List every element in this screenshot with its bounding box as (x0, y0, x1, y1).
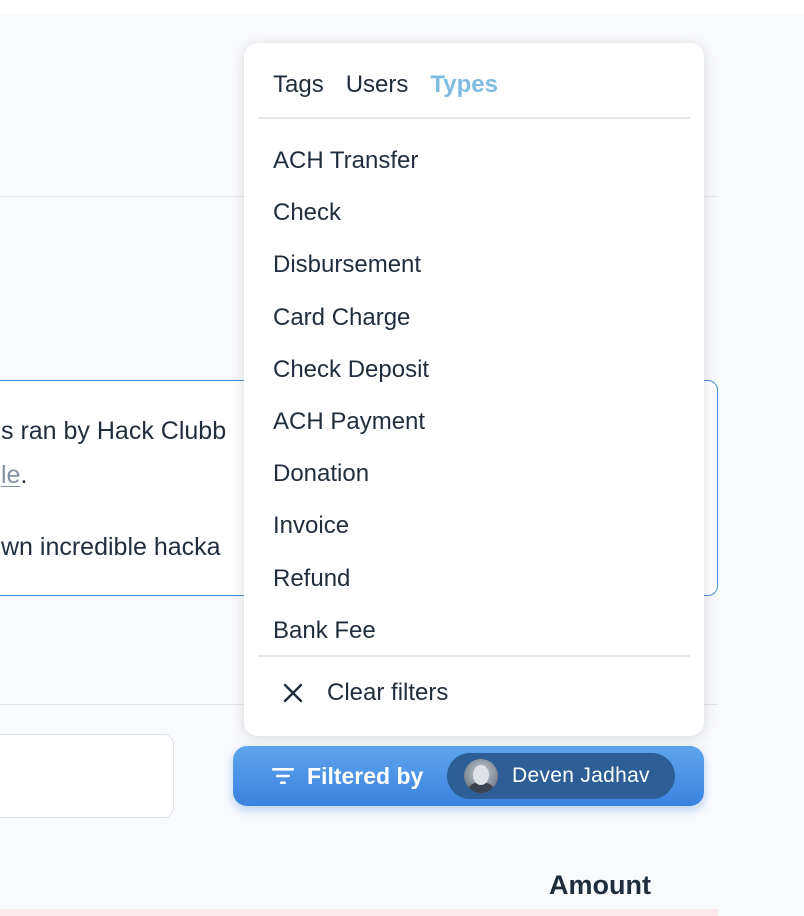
clear-filters-button[interactable]: Clear filters (282, 679, 448, 707)
tab-tags[interactable]: Tags (273, 71, 324, 99)
type-option-donation[interactable]: Donation (273, 448, 429, 500)
amount-column-header: Amount (549, 870, 651, 900)
type-option-check[interactable]: Check (273, 187, 429, 239)
notice-text: s ran by Hack Clubb (1, 417, 227, 445)
type-option-card-charge[interactable]: Card Charge (273, 292, 429, 344)
type-option-check-deposit[interactable]: Check Deposit (273, 344, 429, 396)
top-strip (0, 0, 804, 13)
type-option-disbursement[interactable]: Disbursement (273, 239, 429, 291)
type-option-invoice[interactable]: Invoice (273, 500, 429, 552)
close-icon (283, 683, 303, 703)
filter-icon (272, 768, 294, 784)
tab-types[interactable]: Types (430, 71, 498, 99)
avatar (464, 759, 498, 793)
tab-users[interactable]: Users (346, 71, 409, 99)
filter-button[interactable]: Filtered by Deven Jadhav (233, 746, 704, 806)
filter-dropdown: Tags Users Types ACH Transfer Check Disb… (244, 43, 704, 736)
type-list: ACH Transfer Check Disbursement Card Cha… (273, 135, 429, 657)
notice-link[interactable]: le (1, 461, 20, 489)
divider (258, 655, 690, 657)
notice-period: . (20, 461, 28, 489)
filter-button-label: Filtered by (307, 762, 424, 789)
search-input[interactable] (0, 734, 174, 818)
type-option-ach-payment[interactable]: ACH Payment (273, 396, 429, 448)
divider (258, 117, 690, 119)
type-option-refund[interactable]: Refund (273, 553, 429, 605)
filter-tabs: Tags Users Types (273, 71, 498, 99)
page: s ran by Hack Clubb le. wn incredible ha… (0, 0, 804, 916)
user-filter-chip[interactable]: Deven Jadhav (447, 753, 675, 799)
type-option-ach-transfer[interactable]: ACH Transfer (273, 135, 429, 187)
user-name: Deven Jadhav (512, 764, 650, 787)
clear-filters-label: Clear filters (327, 679, 449, 706)
notice-text: wn incredible hacka (1, 533, 221, 561)
table-row (0, 909, 718, 916)
notice-text-line-2: le. (1, 461, 27, 490)
type-option-bank-fee[interactable]: Bank Fee (273, 605, 429, 657)
